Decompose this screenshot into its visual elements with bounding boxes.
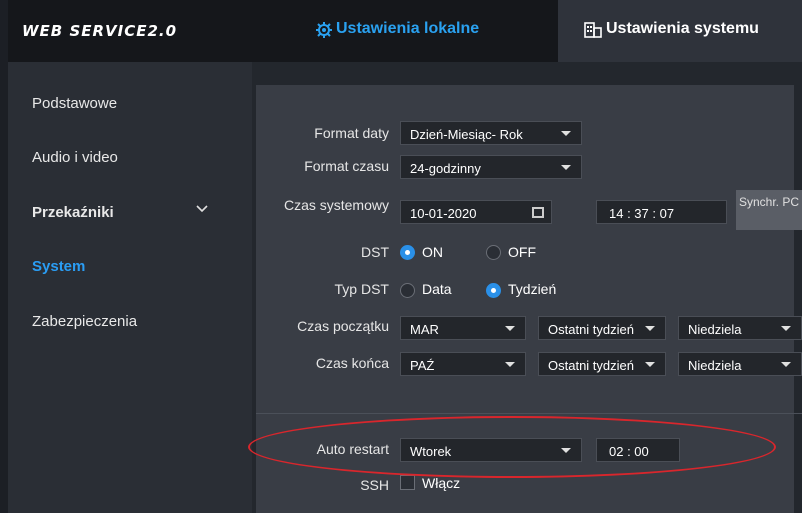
date-format-value: Dzień-Miesiąc- Rok xyxy=(410,127,523,142)
start-month-value: MAR xyxy=(410,322,439,337)
date-format-select[interactable]: Dzień-Miesiąc- Rok xyxy=(400,121,582,145)
dropdown-arrow-icon xyxy=(645,362,655,367)
end-week-value: Ostatni tydzień xyxy=(548,358,634,373)
system-date-input[interactable]: 10-01-2020 xyxy=(400,200,552,224)
dst-type-week-radio[interactable] xyxy=(486,283,501,298)
date-format-label: Format daty xyxy=(314,125,389,141)
tab-local-label: Ustawienia lokalne xyxy=(336,20,480,37)
gear-icon xyxy=(316,22,332,38)
start-day-select[interactable]: Niedziela xyxy=(678,316,802,340)
highlight-ellipse xyxy=(248,416,776,478)
sync-pc-button[interactable]: Synchr. PC xyxy=(736,190,802,230)
end-day-value: Niedziela xyxy=(688,358,742,373)
sidebar-item-security[interactable]: Zabezpieczenia xyxy=(32,313,137,330)
system-date-value: 10-01-2020 xyxy=(410,206,477,221)
ssh-label: SSH xyxy=(360,477,389,493)
sidebar-item-system[interactable]: System xyxy=(32,258,85,275)
chevron-down-icon[interactable] xyxy=(196,205,208,213)
dst-off-radio[interactable] xyxy=(486,245,501,260)
building-icon xyxy=(584,22,602,38)
sidebar-item-basic[interactable]: Podstawowe xyxy=(32,95,117,112)
top-bar: WEB SERVICE2.0 Ustawienia lokalne Ustawi… xyxy=(8,0,802,62)
time-format-value: 24-godzinny xyxy=(410,161,481,176)
dst-type-label: Typ DST xyxy=(334,281,389,297)
brand-logo: WEB SERVICE2.0 xyxy=(8,0,286,62)
end-week-select[interactable]: Ostatni tydzień xyxy=(538,352,666,376)
sidebar-item-relays[interactable]: Przekaźniki xyxy=(32,204,114,221)
tab-system-settings[interactable]: Ustawienia systemu xyxy=(558,0,802,62)
dropdown-arrow-icon xyxy=(645,326,655,331)
time-format-select[interactable]: 24-godzinny xyxy=(400,155,582,179)
dropdown-arrow-icon xyxy=(505,326,515,331)
end-month-value: PAŹ xyxy=(410,358,435,373)
end-day-select[interactable]: Niedziela xyxy=(678,352,802,376)
end-time-label: Czas końca xyxy=(315,355,389,371)
start-day-value: Niedziela xyxy=(688,322,742,337)
system-time-label: Czas systemowy xyxy=(283,197,389,213)
section-divider xyxy=(256,413,802,414)
dst-on-label: ON xyxy=(422,244,443,260)
system-time-input[interactable]: 14 : 37 : 07 xyxy=(596,200,727,224)
brand-text: WEB SERVICE2.0 xyxy=(22,22,178,40)
dst-label: DST xyxy=(361,244,389,260)
dropdown-arrow-icon xyxy=(561,165,571,170)
dropdown-arrow-icon xyxy=(505,362,515,367)
sidebar xyxy=(8,62,252,513)
dst-on-radio[interactable] xyxy=(400,245,415,260)
calendar-icon[interactable] xyxy=(532,207,544,218)
tab-system-label: Ustawienia systemu xyxy=(606,20,759,37)
dst-type-date-radio[interactable] xyxy=(400,283,415,298)
dropdown-arrow-icon xyxy=(561,131,571,136)
start-week-value: Ostatni tydzień xyxy=(548,322,634,337)
system-time-value: 14 : 37 : 07 xyxy=(609,206,675,221)
time-format-label: Format czasu xyxy=(304,158,389,174)
ssh-checkbox[interactable] xyxy=(400,475,415,490)
dropdown-arrow-icon xyxy=(781,326,791,331)
ssh-enable-label: Włącz xyxy=(422,475,461,491)
end-month-select[interactable]: PAŹ xyxy=(400,352,526,376)
dst-type-date-label: Data xyxy=(422,281,452,297)
dst-type-week-label: Tydzień xyxy=(508,281,557,297)
start-time-label: Czas początku xyxy=(297,318,389,334)
start-month-select[interactable]: MAR xyxy=(400,316,526,340)
start-week-select[interactable]: Ostatni tydzień xyxy=(538,316,666,340)
sidebar-item-audio-video[interactable]: Audio i video xyxy=(32,149,118,166)
dropdown-arrow-icon xyxy=(781,362,791,367)
dst-off-label: OFF xyxy=(508,244,536,260)
tab-local-settings[interactable]: Ustawienia lokalne xyxy=(286,0,558,62)
